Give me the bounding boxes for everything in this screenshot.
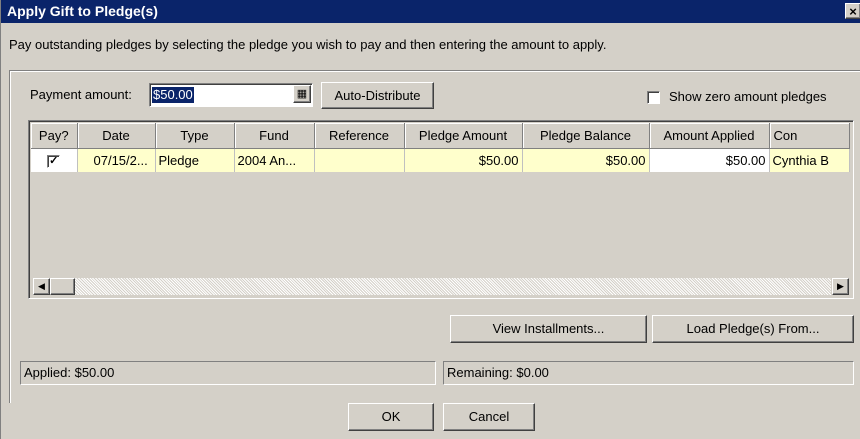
payment-amount-input[interactable]: $50.00 ▦: [149, 83, 313, 107]
arrow-right-icon: ▶: [837, 281, 844, 291]
payment-amount-label: Payment amount:: [30, 87, 132, 102]
col-header-pledge-balance[interactable]: Pledge Balance: [522, 123, 650, 149]
scroll-track[interactable]: [75, 278, 831, 295]
pledge-amount-cell: $50.00: [404, 148, 523, 173]
show-zero-checkbox[interactable]: [647, 91, 660, 104]
remaining-status: Remaining: $0.00: [443, 361, 854, 385]
pledge-grid: Pay? Date Type Fund Reference Pledge Amo…: [28, 120, 854, 299]
date-cell: 07/15/2...: [77, 148, 156, 173]
cancel-button[interactable]: Cancel: [443, 403, 535, 431]
dialog-window: Apply Gift to Pledge(s) × Pay outstandin…: [0, 0, 860, 439]
dialog-title: Apply Gift to Pledge(s): [7, 3, 158, 19]
close-button[interactable]: ×: [845, 3, 860, 19]
show-zero-label: Show zero amount pledges: [669, 89, 827, 104]
pay-cell[interactable]: ✓: [31, 148, 78, 173]
table-row[interactable]: ✓ 07/15/2... Pledge 2004 An... $50.00 $5…: [31, 148, 850, 173]
pay-checkbox[interactable]: ✓: [47, 155, 61, 169]
col-header-pay[interactable]: Pay?: [31, 123, 78, 149]
col-header-amount-applied[interactable]: Amount Applied: [649, 123, 770, 149]
col-header-reference[interactable]: Reference: [314, 123, 405, 149]
grid-header-row: Pay? Date Type Fund Reference Pledge Amo…: [31, 123, 850, 149]
title-bar[interactable]: Apply Gift to Pledge(s) ×: [1, 0, 860, 23]
reference-cell: [314, 148, 405, 173]
col-header-constituent[interactable]: Con: [769, 123, 850, 149]
col-header-date[interactable]: Date: [77, 123, 156, 149]
check-icon: ✓: [49, 155, 59, 168]
scroll-thumb[interactable]: [50, 278, 75, 295]
constituent-cell: Cynthia B: [769, 148, 850, 173]
amount-applied-cell[interactable]: $50.00: [649, 148, 770, 173]
instructions-text: Pay outstanding pledges by selecting the…: [9, 37, 607, 52]
scroll-right-button[interactable]: ▶: [832, 278, 849, 295]
pledge-table: Pay? Date Type Fund Reference Pledge Amo…: [31, 123, 850, 173]
pledge-balance-cell: $50.00: [522, 148, 650, 173]
load-pledges-button[interactable]: Load Pledge(s) From...: [652, 315, 854, 343]
auto-distribute-button[interactable]: Auto-Distribute: [321, 82, 434, 109]
col-header-pledge-amount[interactable]: Pledge Amount: [404, 123, 523, 149]
horizontal-scrollbar[interactable]: ◀ ▶: [31, 276, 853, 297]
applied-status: Applied: $50.00: [20, 361, 436, 385]
type-cell: Pledge: [155, 148, 235, 173]
col-header-type[interactable]: Type: [155, 123, 235, 149]
arrow-left-icon: ◀: [38, 281, 45, 291]
grid-empty-area: [31, 172, 853, 276]
view-installments-button[interactable]: View Installments...: [450, 315, 647, 343]
calculator-icon: ▦: [296, 88, 308, 100]
col-header-fund[interactable]: Fund: [234, 123, 315, 149]
scroll-left-button[interactable]: ◀: [33, 278, 50, 295]
close-icon: ×: [849, 4, 857, 19]
payment-amount-value: $50.00: [152, 87, 194, 103]
fund-cell: 2004 An...: [234, 148, 315, 173]
ok-button[interactable]: OK: [348, 403, 434, 431]
calculator-button[interactable]: ▦: [293, 85, 311, 103]
